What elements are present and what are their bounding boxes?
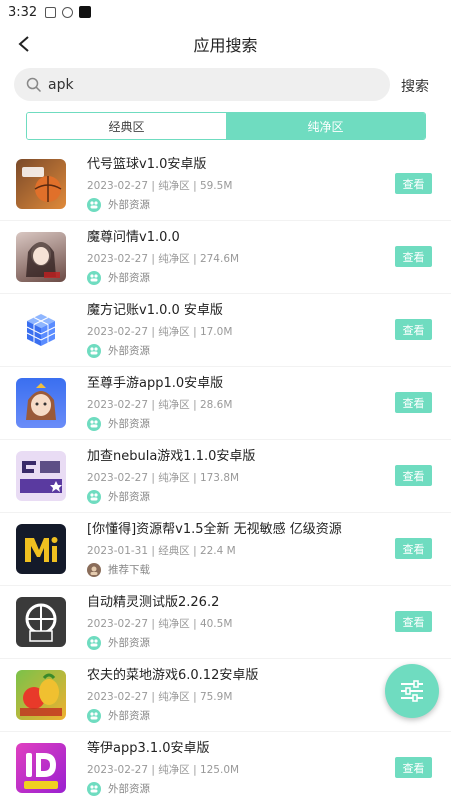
item-name: 农夫的菜地游戏6.0.12安卓版 bbox=[87, 668, 259, 683]
rubiks-cube-icon bbox=[16, 305, 66, 355]
view-button[interactable]: 查看 bbox=[395, 319, 432, 340]
item-meta: 2023-02-27 | 纯净区 | 173.8M bbox=[87, 472, 240, 484]
item-name: [你懂得]资源帮v1.5全新 无视敏感 亿级资源 bbox=[87, 522, 342, 537]
source-icon bbox=[87, 270, 101, 285]
filter-fab-button[interactable] bbox=[385, 664, 439, 718]
back-button[interactable] bbox=[12, 32, 36, 56]
app-list: 代号篮球v1.0安卓版 2023-02-27 | 纯净区 | 59.5M 外部资… bbox=[0, 148, 451, 801]
list-item[interactable]: 农夫的菜地游戏6.0.12安卓版 2023-02-27 | 纯净区 | 75.9… bbox=[0, 659, 451, 732]
view-button[interactable]: 查看 bbox=[395, 246, 432, 267]
item-source: 外部资源 bbox=[87, 343, 150, 358]
source-icon bbox=[87, 343, 101, 358]
item-source-label: 外部资源 bbox=[108, 418, 150, 430]
zd-logo-icon bbox=[16, 597, 66, 647]
item-source: 外部资源 bbox=[87, 197, 150, 212]
list-item[interactable]: 自动精灵测试版2.26.2 2023-02-27 | 纯净区 | 40.5M 外… bbox=[0, 586, 451, 659]
item-meta: 2023-02-27 | 纯净区 | 125.0M bbox=[87, 764, 240, 776]
list-item[interactable]: 魔方记账v1.0.0 安卓版 2023-02-27 | 纯净区 | 17.0M … bbox=[0, 294, 451, 367]
item-name: 代号篮球v1.0安卓版 bbox=[87, 157, 207, 172]
tab-classic[interactable]: 经典区 bbox=[27, 113, 226, 139]
item-meta: 2023-02-27 | 纯净区 | 274.6M bbox=[87, 253, 240, 265]
list-item[interactable]: [你懂得]资源帮v1.5全新 无视敏感 亿级资源 2023-01-31 | 经典… bbox=[0, 513, 451, 586]
view-button[interactable]: 查看 bbox=[395, 173, 432, 194]
source-icon bbox=[87, 416, 101, 431]
view-button[interactable]: 查看 bbox=[395, 392, 432, 413]
status-bar: 3:32 bbox=[0, 0, 451, 24]
view-button[interactable]: 查看 bbox=[395, 757, 432, 778]
basketball-game-icon bbox=[16, 159, 66, 209]
view-button[interactable]: 查看 bbox=[395, 611, 432, 632]
item-source-label: 外部资源 bbox=[108, 637, 150, 649]
dengyi-logo-icon bbox=[16, 743, 66, 793]
search-button[interactable]: 搜索 bbox=[401, 76, 429, 96]
search-icon bbox=[26, 77, 42, 92]
list-item[interactable]: 代号篮球v1.0安卓版 2023-02-27 | 纯净区 | 59.5M 外部资… bbox=[0, 148, 451, 221]
search-row: 搜索 bbox=[0, 64, 451, 108]
item-source: 外部资源 bbox=[87, 781, 150, 796]
item-source-label: 外部资源 bbox=[108, 199, 150, 211]
search-box[interactable] bbox=[14, 68, 390, 101]
item-source: 外部资源 bbox=[87, 489, 150, 504]
cartoon-character-icon bbox=[16, 378, 66, 428]
item-meta: 2023-02-27 | 纯净区 | 40.5M bbox=[87, 618, 233, 630]
item-source-label: 外部资源 bbox=[108, 345, 150, 357]
item-source: 推荐下载 bbox=[87, 562, 150, 577]
item-source: 外部资源 bbox=[87, 635, 150, 650]
anime-girl-icon bbox=[16, 232, 66, 282]
app-bar: 应用搜索 bbox=[0, 24, 451, 64]
item-source-label: 推荐下载 bbox=[108, 564, 150, 576]
sliders-icon bbox=[401, 680, 423, 702]
item-name: 自动精灵测试版2.26.2 bbox=[87, 595, 220, 610]
notification-circle-icon bbox=[62, 6, 74, 18]
item-meta: 2023-02-27 | 纯净区 | 28.6M bbox=[87, 399, 233, 411]
item-source-label: 外部资源 bbox=[108, 272, 150, 284]
list-item[interactable]: 加查nebula游戏1.1.0安卓版 2023-02-27 | 纯净区 | 17… bbox=[0, 440, 451, 513]
item-name: 加查nebula游戏1.1.0安卓版 bbox=[87, 449, 256, 464]
notification-square-icon bbox=[79, 6, 92, 18]
source-icon bbox=[87, 635, 101, 650]
item-name: 魔方记账v1.0.0 安卓版 bbox=[87, 303, 223, 318]
item-source: 外部资源 bbox=[87, 416, 150, 431]
tab-pure[interactable]: 纯净区 bbox=[226, 113, 425, 139]
search-input[interactable] bbox=[48, 76, 348, 93]
list-item[interactable]: 至尊手游app1.0安卓版 2023-02-27 | 纯净区 | 28.6M 外… bbox=[0, 367, 451, 440]
tabs-row: 经典区 纯净区 bbox=[0, 108, 451, 148]
source-icon bbox=[87, 781, 101, 796]
item-source-label: 外部资源 bbox=[108, 710, 150, 722]
source-icon bbox=[87, 708, 101, 723]
zone-tabs: 经典区 纯净区 bbox=[26, 112, 426, 140]
item-name: 魔尊问情v1.0.0 bbox=[87, 230, 180, 245]
item-meta: 2023-02-27 | 纯净区 | 75.9M bbox=[87, 691, 233, 703]
mi-logo-icon bbox=[16, 524, 66, 574]
avatar-icon bbox=[87, 562, 101, 577]
list-item[interactable]: 魔尊问情v1.0.0 2023-02-27 | 纯净区 | 274.6M 外部资… bbox=[0, 221, 451, 294]
gacha-nebula-icon bbox=[16, 451, 66, 501]
notification-a-icon bbox=[45, 6, 57, 18]
source-icon bbox=[87, 489, 101, 504]
item-source-label: 外部资源 bbox=[108, 491, 150, 503]
item-meta: 2023-02-27 | 纯净区 | 17.0M bbox=[87, 326, 233, 338]
item-name: 等伊app3.1.0安卓版 bbox=[87, 741, 210, 756]
item-meta: 2023-02-27 | 纯净区 | 59.5M bbox=[87, 180, 233, 192]
view-button[interactable]: 查看 bbox=[395, 465, 432, 486]
view-button[interactable]: 查看 bbox=[395, 538, 432, 559]
item-source: 外部资源 bbox=[87, 270, 150, 285]
chevron-left-icon bbox=[18, 36, 29, 52]
item-meta: 2023-01-31 | 经典区 | 22.4 M bbox=[87, 545, 236, 557]
status-time: 3:32 bbox=[8, 4, 38, 20]
list-item[interactable]: 等伊app3.1.0安卓版 2023-02-27 | 纯净区 | 125.0M … bbox=[0, 732, 451, 801]
item-name: 至尊手游app1.0安卓版 bbox=[87, 376, 224, 391]
fruit-game-icon bbox=[16, 670, 66, 720]
page-title: 应用搜索 bbox=[193, 36, 258, 55]
source-icon bbox=[87, 197, 101, 212]
item-source: 外部资源 bbox=[87, 708, 150, 723]
item-source-label: 外部资源 bbox=[108, 783, 150, 795]
